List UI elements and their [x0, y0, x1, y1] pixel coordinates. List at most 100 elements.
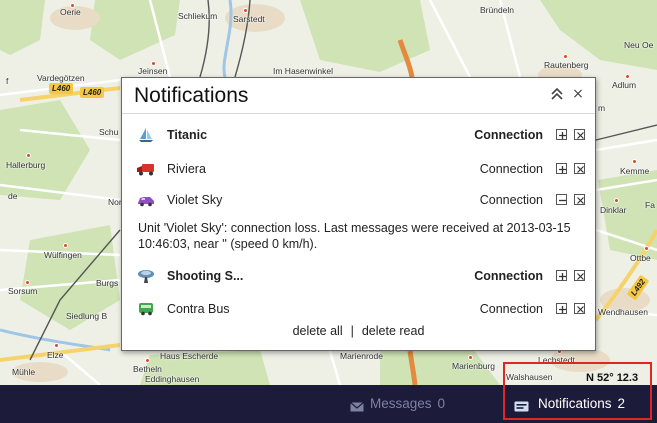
map-place-label: Fa: [645, 200, 655, 210]
map-place-label: Wendhausen: [598, 307, 648, 317]
event-type: Connection: [479, 162, 543, 176]
event-type: Connection: [479, 193, 543, 207]
map-place-label: Neu Oe: [624, 40, 654, 50]
popup-header: Notifications ×: [122, 78, 595, 114]
collapse-button[interactable]: [556, 194, 567, 205]
map-place-label: Rautenberg: [544, 60, 589, 70]
messages-label: Messages: [370, 396, 432, 411]
satellite-dish-icon: [136, 268, 156, 284]
notification-card-icon: [514, 399, 529, 411]
road-number-label: L460: [49, 83, 74, 94]
map-place-label: Lechstedt: [538, 355, 575, 365]
unit-name: Contra Bus: [167, 302, 230, 316]
messages-count: 0: [437, 396, 446, 411]
coordinate-readout: N 52° 12.3: [586, 372, 639, 384]
map-place-marker: [26, 153, 31, 158]
expand-button[interactable]: [556, 303, 567, 314]
map-place-marker: [25, 280, 30, 285]
notifications-button[interactable]: Notifications 2: [514, 395, 625, 413]
map-place-label: Wülfingen: [44, 250, 82, 260]
popup-footer: delete all | delete read: [122, 322, 595, 340]
map-place-label: Sorsum: [8, 286, 38, 296]
map-place-marker: [63, 243, 68, 248]
map-place-label: m: [598, 103, 606, 113]
map-place-marker: [468, 355, 473, 360]
purple-car-icon: [136, 192, 156, 208]
map-place-label: Nor: [108, 197, 122, 207]
remove-button[interactable]: [574, 194, 585, 205]
unit-name: Shooting S...: [167, 269, 244, 283]
map-place-label: Marienburg: [452, 361, 495, 371]
notification-row[interactable]: Violet Sky Connection: [122, 188, 595, 212]
map-place-label: Vardegötzen: [37, 73, 85, 83]
notification-row[interactable]: Shooting S... Connection: [122, 264, 595, 288]
map-place-label: Schliekum: [178, 11, 218, 21]
map-place-label: Im Hasenwinkel: [273, 66, 333, 76]
map-place-label: Schu: [99, 127, 119, 137]
messages-button[interactable]: Messages 0: [350, 395, 445, 413]
notification-row[interactable]: Riviera Connection: [122, 157, 595, 181]
map-place-label: Eddinghausen: [145, 374, 200, 384]
map-place-marker: [563, 54, 568, 59]
unit-name: Violet Sky: [167, 193, 223, 207]
red-truck-icon: [136, 161, 156, 177]
map-place-label: Oerie: [60, 7, 81, 17]
map-place-label: Haus Escherde: [160, 351, 219, 361]
unit-name: Riviera: [167, 162, 206, 176]
envelope-icon: [350, 399, 364, 412]
expand-button[interactable]: [556, 163, 567, 174]
event-type: Connection: [474, 128, 543, 142]
notification-row[interactable]: Contra Bus Connection: [122, 297, 595, 321]
map-place-marker: [151, 61, 156, 66]
remove-button[interactable]: [574, 303, 585, 314]
footer-separator: |: [350, 324, 354, 338]
map-place-label: Burgs: [96, 278, 119, 288]
expand-button[interactable]: [556, 129, 567, 140]
map-place-label: f: [6, 76, 9, 86]
notifications-count: 2: [617, 396, 626, 411]
delete-all-link[interactable]: delete all: [293, 324, 343, 338]
map-place-label: Kemme: [620, 166, 650, 176]
map-place-label: de: [8, 191, 18, 201]
map-place-label: Mühle: [12, 367, 36, 377]
map-place-label: Betheln: [133, 364, 162, 374]
unit-name: Titanic: [167, 128, 208, 142]
map-place-marker: [145, 358, 150, 363]
map-place-label: Bründeln: [480, 5, 515, 15]
map-place-label: Jeinsen: [138, 66, 168, 76]
remove-button[interactable]: [574, 163, 585, 174]
map-place-marker: [644, 246, 649, 251]
road-number-label: L460: [80, 87, 105, 98]
map-place-label: Ottbe: [630, 253, 651, 263]
notifications-popup: Notifications × Titanic Connection Rivie…: [121, 77, 596, 351]
notifications-label: Notifications: [538, 396, 612, 411]
bottom-status-bar: Messages 0 Notifications 2: [0, 385, 657, 423]
remove-button[interactable]: [574, 270, 585, 281]
map-place-marker: [243, 8, 248, 13]
popup-title: Notifications: [134, 84, 249, 107]
map-place-marker: [70, 3, 75, 8]
map-place-label: Siedlung B: [66, 311, 108, 321]
event-type: Connection: [474, 269, 543, 283]
map-place-label: Walshausen: [506, 372, 553, 382]
map-place-marker: [54, 343, 59, 348]
map-place-label: Hallerburg: [6, 160, 46, 170]
map-place-marker: [632, 159, 637, 164]
map-place-label: Dinklar: [600, 205, 627, 215]
notification-row[interactable]: Titanic Connection: [122, 123, 595, 147]
map-place-label: Elze: [47, 350, 64, 360]
map-place-label: Adlum: [612, 80, 637, 90]
remove-button[interactable]: [574, 129, 585, 140]
green-bus-icon: [136, 301, 156, 317]
map-place-marker: [625, 74, 630, 79]
delete-read-link[interactable]: delete read: [362, 324, 425, 338]
map-place-label: Marienrode: [340, 351, 383, 361]
map-place-marker: [614, 198, 619, 203]
map-place-label: Sarstedt: [233, 14, 265, 24]
expand-button[interactable]: [556, 270, 567, 281]
notification-detail: Unit 'Violet Sky': connection loss. Last…: [138, 221, 571, 251]
double-chevron-up-icon[interactable]: [550, 86, 564, 102]
event-type: Connection: [479, 302, 543, 316]
close-icon[interactable]: ×: [571, 87, 585, 101]
sailboat-icon: [136, 127, 156, 143]
